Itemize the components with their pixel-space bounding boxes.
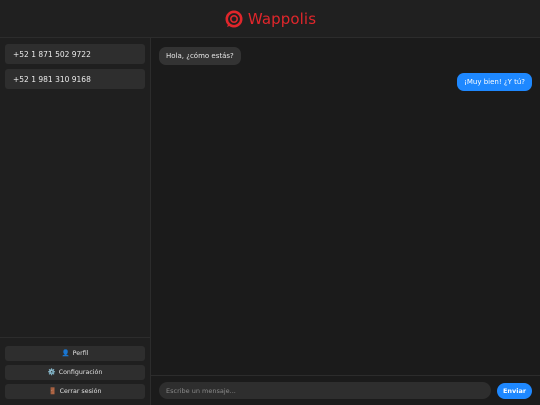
message-input[interactable] <box>159 382 491 399</box>
settings-button[interactable]: ⚙️ Configuración <box>5 365 145 380</box>
user-icon: 👤 <box>61 349 70 358</box>
chat-panel: Hola, ¿cómo estás? ¡Muy bien! ¿Y tú? Env… <box>151 38 540 405</box>
wappolis-logo-icon <box>224 9 244 29</box>
composer: Enviar <box>151 375 540 405</box>
logout-button-label: Cerrar sesión <box>59 388 102 395</box>
main-body: +52 1 871 502 9722 +52 1 981 310 9168 👤 … <box>0 38 540 405</box>
send-button[interactable]: Enviar <box>497 382 532 399</box>
incoming-message: Hola, ¿cómo estás? <box>159 47 241 65</box>
profile-button[interactable]: 👤 Perfil <box>5 346 145 361</box>
message-list: Hola, ¿cómo estás? ¡Muy bien! ¿Y tú? <box>151 38 540 375</box>
brand-name: Wappolis <box>247 9 317 28</box>
gear-icon: ⚙️ <box>47 368 56 377</box>
settings-button-label: Configuración <box>58 369 103 376</box>
contact-item[interactable]: +52 1 981 310 9168 <box>5 69 145 89</box>
sidebar: +52 1 871 502 9722 +52 1 981 310 9168 👤 … <box>0 38 151 405</box>
top-bar: Wappolis <box>0 0 540 38</box>
outgoing-message: ¡Muy bien! ¿Y tú? <box>457 73 532 91</box>
logout-button[interactable]: 🚪 Cerrar sesión <box>5 384 145 399</box>
sidebar-actions: 👤 Perfil ⚙️ Configuración 🚪 Cerrar sesió… <box>0 337 150 405</box>
door-icon: 🚪 <box>48 387 57 396</box>
contact-list: +52 1 871 502 9722 +52 1 981 310 9168 <box>0 38 150 337</box>
app: Wappolis +52 1 871 502 9722 +52 1 981 31… <box>0 0 540 405</box>
contact-item[interactable]: +52 1 871 502 9722 <box>5 44 145 64</box>
profile-button-label: Perfil <box>72 350 89 357</box>
